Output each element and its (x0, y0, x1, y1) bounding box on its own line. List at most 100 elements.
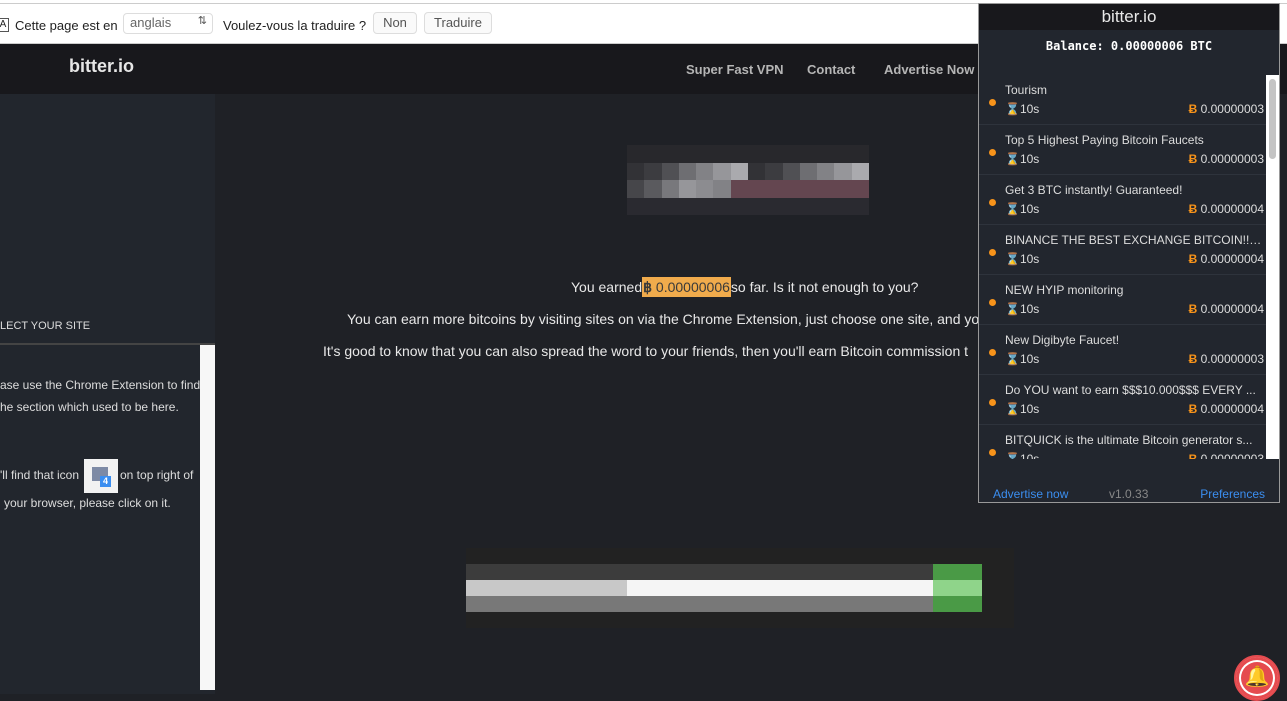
pixel (611, 596, 628, 612)
pixel (788, 564, 805, 580)
pixelated-image (627, 145, 869, 215)
pixel (834, 197, 852, 215)
pixel (466, 564, 483, 580)
language-value: anglais (130, 15, 172, 30)
reward-value: 0.00000004 (1200, 252, 1264, 266)
nav-link-contact[interactable]: Contact (807, 62, 855, 77)
pixel (627, 145, 645, 163)
divider (0, 343, 215, 345)
pixel (691, 548, 708, 564)
pixel (885, 596, 902, 612)
notification-bell-button[interactable]: 🔔 (1234, 655, 1280, 701)
pixel (782, 180, 800, 198)
list-item[interactable]: NEW HYIP monitoring ⌛10s Ƀ 0.00000004 (979, 275, 1266, 325)
pixel (799, 145, 818, 163)
pixel (765, 162, 783, 180)
list-item[interactable]: BINANCE THE BEST EXCHANGE BITCOIN!!! ...… (979, 225, 1266, 275)
pixel (514, 564, 531, 580)
status-dot (989, 399, 996, 406)
bitcoin-icon: Ƀ (1188, 302, 1198, 316)
pixel (627, 180, 645, 198)
pixel (482, 564, 499, 580)
pixel (981, 596, 998, 612)
pixel (659, 564, 676, 580)
pixel (546, 548, 563, 564)
pixel (765, 197, 783, 215)
pixel (804, 580, 821, 596)
pixel (804, 548, 821, 564)
hourglass-icon: ⌛ (1005, 452, 1020, 459)
pixel (804, 596, 821, 612)
pixel (901, 612, 918, 628)
nav-link-vpn[interactable]: Super Fast VPN (686, 62, 784, 77)
hourglass-icon: ⌛ (1005, 402, 1020, 416)
reward: Ƀ 0.00000003 (1189, 102, 1264, 116)
pixel (965, 548, 982, 564)
list-item[interactable]: New Digibyte Faucet! ⌛10s Ƀ 0.00000003 (979, 325, 1266, 375)
pixel (562, 596, 579, 612)
pixel (917, 564, 934, 580)
language-select[interactable]: anglais ⇅ (123, 13, 213, 34)
preferences-link[interactable]: Preferences (1200, 487, 1265, 501)
pixel (748, 145, 766, 163)
pixel (885, 548, 902, 564)
translate-question: Voulez-vous la traduire ? (223, 18, 367, 33)
list-item[interactable]: BITQUICK is the ultimate Bitcoin generat… (979, 425, 1266, 459)
pixel (482, 548, 499, 564)
pixel (723, 612, 740, 628)
pixel (748, 180, 766, 198)
pixel (578, 548, 595, 564)
pixel (675, 612, 692, 628)
sidebar-scrollbar[interactable] (200, 345, 215, 690)
site-list: Tourism ⌛10s Ƀ 0.00000003 Top 5 Highest Pay… (979, 75, 1266, 459)
timer: ⌛10s (1005, 352, 1039, 366)
popup-scrollbar[interactable] (1266, 75, 1279, 459)
list-item[interactable]: Top 5 Highest Paying Bitcoin Faucets ⌛10s… (979, 125, 1266, 175)
status-dot (989, 249, 996, 256)
translate-button[interactable]: Traduire (424, 12, 492, 34)
reward-value: 0.00000004 (1200, 202, 1264, 216)
pixel (713, 162, 731, 180)
status-dot (989, 349, 996, 356)
pixel (498, 596, 515, 612)
pixel (730, 180, 748, 198)
nav-link-advertise[interactable]: Advertise Now (884, 62, 974, 77)
pixel (852, 580, 869, 596)
sidebar-text: he section which used to be here. (0, 400, 179, 414)
pixel (730, 197, 748, 215)
reward-value: 0.00000003 (1200, 102, 1264, 116)
pixel (852, 548, 869, 564)
site-logo[interactable]: bitter.io (69, 56, 134, 77)
pixel (661, 197, 679, 215)
list-item[interactable]: Do YOU want to earn $$$10.000$$$ EVERY .… (979, 375, 1266, 425)
timer-value: 10s (1019, 352, 1040, 366)
pixel (594, 548, 612, 564)
bitcoin-icon: Ƀ (1188, 252, 1198, 266)
pixel (756, 548, 773, 564)
hourglass-icon: ⌛ (1005, 102, 1020, 116)
pixel (691, 580, 708, 596)
pixel (643, 596, 660, 612)
no-button[interactable]: Non (373, 12, 417, 34)
pixel (836, 596, 853, 612)
reward-value: 0.00000003 (1200, 452, 1264, 459)
pixel (820, 612, 837, 628)
advertise-now-link[interactable]: Advertise now (993, 487, 1068, 501)
pixel (466, 612, 483, 628)
pixel (981, 564, 998, 580)
bitcoin-icon: Ƀ (1188, 152, 1198, 166)
timer: ⌛10s (1005, 302, 1039, 316)
pixel (482, 596, 499, 612)
pixel (578, 612, 595, 628)
pixel (868, 612, 886, 628)
timer-value: 10s (1019, 452, 1040, 459)
balance: Balance: 0.00000006 BTC (1045, 39, 1213, 53)
list-item[interactable]: Get 3 BTC instantly! Guaranteed! ⌛10s Ƀ 0.… (979, 175, 1266, 225)
pixel (466, 548, 483, 564)
list-item[interactable]: Tourism ⌛10s Ƀ 0.00000003 (979, 75, 1266, 125)
pixel (627, 596, 644, 612)
sidebar-text: your browser, please click on it. (4, 496, 171, 510)
hourglass-icon: ⌛ (1005, 152, 1020, 166)
pixel (691, 596, 708, 612)
pixel (756, 612, 773, 628)
